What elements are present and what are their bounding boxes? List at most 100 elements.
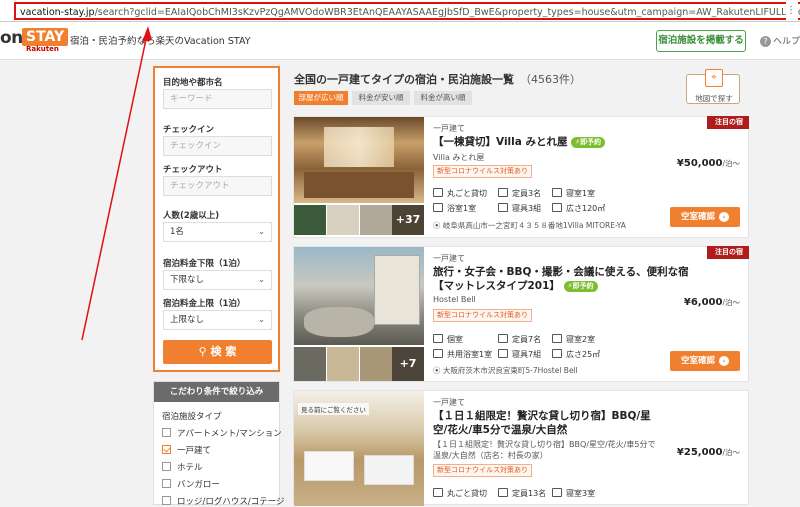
thumbnail[interactable]: [360, 347, 392, 381]
photo-floor: [304, 172, 414, 198]
url-text[interactable]: vacation-stay.jp/search?gclid=EAIaIQobCh…: [14, 2, 800, 20]
sort-tab-price-high[interactable]: 料金が高い順: [414, 91, 472, 105]
feature-bedding: 寝具3組: [498, 203, 541, 214]
help-label: ヘルプ: [773, 37, 800, 47]
listing-card[interactable]: +37 一戸建て 【一棟貸切】Villa みとれ屋 ⚡即予約 Villa みとれ…: [293, 116, 749, 238]
check-availability-button[interactable]: 空室確認 ›: [670, 351, 740, 371]
price-max-label: 宿泊料金上限（1泊）: [163, 299, 246, 309]
more-photos-count[interactable]: +7: [392, 347, 424, 381]
covid-badge: 新型コロナウイルス対策あり: [433, 464, 532, 477]
feature-label: 寝室3室: [566, 489, 596, 498]
listing-photo[interactable]: [294, 117, 424, 203]
filter-option-bungalow[interactable]: バンガロー: [162, 478, 220, 490]
logo-prefix: on: [0, 28, 23, 48]
listing-name[interactable]: 【一棟貸切】Villa みとれ屋 ⚡即予約: [433, 135, 683, 149]
guests-select[interactable]: 1名 ⌄: [163, 222, 272, 242]
site-header: on STAY Rakuten 宿泊・民泊予約なら楽天のVacation STA…: [0, 22, 800, 60]
feature-bathrooms: 共用浴室1室: [433, 349, 492, 360]
feature-bedrooms: 寝室3室: [552, 488, 595, 499]
chevron-down-icon: ⌄: [258, 227, 265, 236]
listing-name-text: 【一棟貸切】Villa みとれ屋: [433, 136, 568, 148]
bedding-icon: [498, 349, 508, 358]
check-availability-button[interactable]: 空室確認 ›: [670, 207, 740, 227]
checkout-label: チェックアウト: [163, 165, 223, 175]
photo-thumbnails: +7: [294, 347, 424, 381]
instant-book-label: 即予約: [572, 281, 594, 290]
feature-whole-rental: 丸ごと貸切: [433, 188, 487, 199]
filter-option-house[interactable]: 一戸建て: [162, 444, 211, 456]
listing-photo[interactable]: [294, 247, 424, 345]
checkbox-checked[interactable]: [162, 445, 171, 454]
browser-address-bar[interactable]: vacation-stay.jp/search?gclid=EAIaIQobCh…: [0, 0, 800, 22]
help-icon: ?: [760, 36, 771, 47]
price-value: ¥50,000: [676, 158, 723, 169]
covid-badge: 新型コロナウイルス対策あり: [433, 309, 532, 322]
price-per-night: /泊～: [722, 298, 740, 307]
listing-card[interactable]: +7 一戸建て 旅行・女子会・BBQ・撮影・会議に使える、便利な宿【マットレスタ…: [293, 246, 749, 382]
logo-rakuten: Rakuten: [26, 45, 59, 53]
feature-bedrooms: 寝室1室: [552, 188, 595, 199]
listing-photo[interactable]: 見る前にご覧ください: [294, 391, 424, 506]
area-icon: [552, 203, 562, 212]
destination-input[interactable]: キーワード: [163, 89, 272, 109]
post-property-button[interactable]: 宿泊施設を掲載する: [656, 30, 746, 52]
price-value: ¥25,000: [676, 447, 723, 458]
feature-label: 広さ25㎡: [566, 350, 601, 359]
thumbnail[interactable]: [294, 347, 326, 381]
price-max-select[interactable]: 上限なし ⌄: [163, 310, 272, 330]
share-icon[interactable]: ⋮: [786, 0, 798, 21]
sort-tab-size[interactable]: 部屋が広い順: [294, 91, 348, 105]
thumbnail[interactable]: [327, 205, 359, 235]
house-icon: [433, 488, 443, 497]
feature-label: 寝室2室: [566, 335, 596, 344]
url-path: /search?gclid=EAIaIQobChMI3sKzvPzQgAMVOd…: [94, 7, 800, 18]
price-min-select[interactable]: 下限なし ⌄: [163, 270, 272, 290]
destination-label: 目的地や都市名: [163, 78, 223, 88]
filter-option-label: 一戸建て: [177, 446, 212, 456]
people-icon: [498, 334, 508, 343]
checkbox[interactable]: [162, 462, 171, 471]
filter-heading: こだわり条件で絞り込み: [154, 382, 279, 402]
map-search-button[interactable]: ⌖ 地図で探す: [686, 69, 740, 104]
feature-label: 寝具3組: [512, 204, 542, 213]
search-icon: ⚲: [198, 345, 211, 358]
thumbnail[interactable]: [294, 205, 326, 235]
checkbox[interactable]: [162, 496, 171, 505]
feature-private-room: 個室: [433, 334, 463, 345]
price-value: ¥6,000: [683, 297, 723, 308]
price-per-night: /泊～: [722, 159, 740, 168]
filter-option-apartment[interactable]: アパートメント/マンション: [162, 427, 282, 439]
sort-tab-price-low[interactable]: 料金が安い順: [352, 91, 410, 105]
featured-ribbon: 注目の宿: [707, 116, 749, 129]
results-title: 全国の一戸建てタイプの宿泊・民泊施設一覧 （4563件）: [294, 71, 581, 87]
search-button[interactable]: ⚲ 検 索: [163, 340, 272, 364]
filter-option-hotel[interactable]: ホテル: [162, 461, 203, 473]
photo-building: [374, 255, 420, 325]
checkout-input[interactable]: チェックアウト: [163, 176, 272, 196]
bed-icon: [552, 188, 562, 197]
listing-address: ⦿ 大阪府茨木市沢良宜東町5-7Hostel Bell: [433, 365, 578, 376]
photo-futon: [304, 451, 354, 481]
help-link[interactable]: ? ヘルプ: [760, 34, 800, 47]
checkbox[interactable]: [162, 479, 171, 488]
listing-name[interactable]: 旅行・女子会・BBQ・撮影・会議に使える、便利な宿【マットレスタイプ201】 ⚡…: [433, 265, 703, 293]
area-icon: [552, 349, 562, 358]
listing-name[interactable]: 【１日１組限定！贅沢な貸し切り宿】BBQ/星空/花火/車5分で温泉/大自然: [433, 409, 663, 437]
listing-card[interactable]: 見る前にご覧ください 一戸建て 【１日１組限定！贅沢な貸し切り宿】BBQ/星空/…: [293, 390, 749, 506]
listing-host: Villa みとれ屋: [433, 153, 485, 162]
listing-price: ¥6,000/泊～: [684, 297, 740, 308]
featured-ribbon: 注目の宿: [707, 246, 749, 259]
feature-capacity: 定員13名: [498, 488, 546, 499]
feature-bathrooms: 浴室1室: [433, 203, 476, 214]
checkbox[interactable]: [162, 428, 171, 437]
arrow-right-icon: ›: [719, 356, 729, 366]
more-photos-count[interactable]: +37: [392, 205, 424, 235]
thumbnail[interactable]: [327, 347, 359, 381]
checkin-input[interactable]: チェックイン: [163, 136, 272, 156]
covid-badge: 新型コロナウイルス対策あり: [433, 165, 532, 178]
photo-stones: [304, 307, 374, 337]
address-text: 大阪府茨木市沢良宜東町5-7Hostel Bell: [442, 366, 578, 375]
thumbnail[interactable]: [360, 205, 392, 235]
filter-option-lodge[interactable]: ロッジ/ログハウス/コテージ: [162, 495, 285, 507]
feature-label: 共用浴室1室: [447, 350, 493, 359]
